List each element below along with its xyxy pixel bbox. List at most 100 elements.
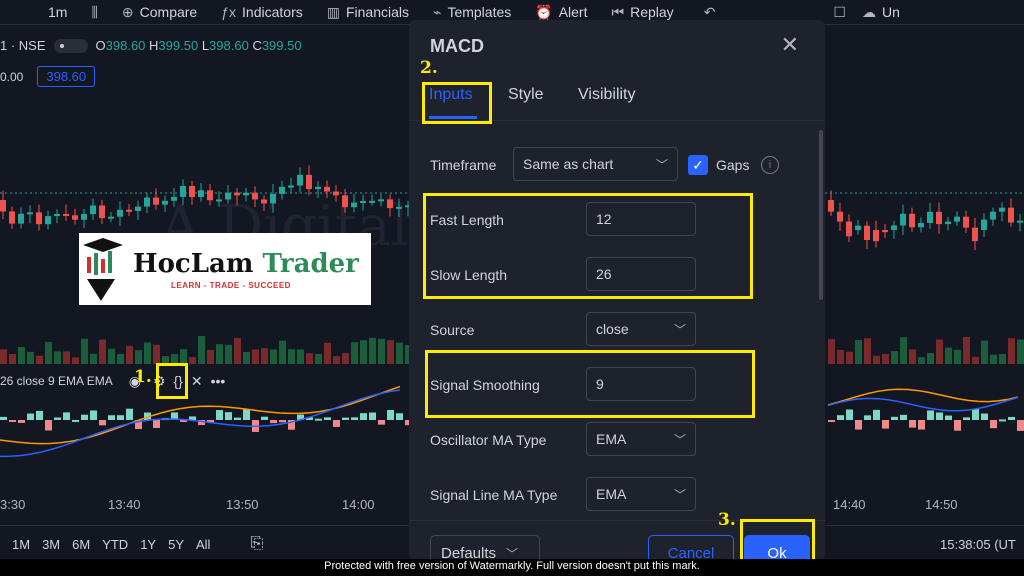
macd-legend-text[interactable]: 26 close 9 EMA EMA [0, 374, 113, 388]
macd-legend: 26 close 9 EMA EMA ◉ ⚙ {} ✕ ••• [0, 370, 225, 392]
volume-bar [9, 353, 16, 364]
watermarkly-notice: Protected with free version of Watermark… [0, 559, 1024, 576]
macd-histogram-bar [108, 415, 115, 420]
bar-chart-icon: ▥ [326, 3, 340, 20]
candle [864, 225, 870, 241]
replay-button[interactable]: ⏮ Replay [599, 4, 685, 21]
volume-bar [135, 350, 142, 364]
time-label: 14:40 [833, 497, 866, 512]
macd-histogram-bar [981, 413, 988, 420]
cloud-button[interactable]: ☁ Un [858, 4, 904, 21]
bar-type-button[interactable]: ⫼ [79, 4, 109, 21]
volume-bar [396, 342, 403, 364]
range-3m[interactable]: 3M [42, 537, 60, 552]
defaults-button[interactable]: Defaults ﹀ [430, 535, 540, 560]
volume-bar [918, 357, 925, 364]
logo-title-a: HocLam [133, 248, 254, 279]
macd-histogram-bar [837, 415, 844, 420]
candle [108, 216, 114, 219]
market-status-pill[interactable] [53, 38, 88, 53]
dialog-scrollbar[interactable] [819, 130, 823, 300]
candle [945, 221, 951, 225]
candle [288, 185, 294, 188]
candle [828, 200, 834, 212]
candle [270, 193, 276, 204]
candle [189, 185, 195, 198]
alert-label: Alert [558, 4, 588, 20]
macd-histogram-bar [279, 420, 286, 423]
signal-ma-type-select[interactable]: EMA ﹀ [586, 477, 696, 511]
cancel-button[interactable]: Cancel [648, 535, 734, 560]
range-all[interactable]: All [196, 537, 210, 552]
candle [279, 186, 285, 194]
macd-histogram-bar [927, 410, 934, 420]
chevron-down-icon: ﹀ [673, 432, 686, 447]
signal-ma-type-value: EMA [596, 486, 627, 502]
goto-date-icon[interactable]: ⎘ [250, 535, 263, 553]
macd-histogram-bar [1008, 416, 1015, 420]
candle [990, 211, 996, 220]
timeframe-select[interactable]: Same as chart ﹀ [513, 147, 678, 181]
oscillator-ma-type-select[interactable]: EMA ﹀ [586, 422, 696, 456]
volume-bar [333, 356, 340, 364]
volume-bar [900, 337, 907, 364]
unsaved-label: Un [881, 4, 900, 20]
volume-bar [99, 339, 106, 364]
price-input-row: 0.00 398.60 [0, 66, 96, 87]
financials-button[interactable]: ▥ Financials [315, 4, 421, 21]
candle [891, 225, 897, 230]
candle [999, 207, 1005, 212]
candle [918, 222, 924, 228]
candle [0, 200, 6, 212]
range-5y[interactable]: 5Y [168, 537, 184, 552]
macd-histogram-bar [315, 418, 322, 421]
macd-histogram-bar [972, 408, 979, 420]
volume-bar [324, 342, 331, 364]
chevron-down-icon: ﹀ [673, 322, 686, 337]
volume-bar [882, 353, 889, 364]
range-ytd[interactable]: YTD [102, 537, 128, 552]
candle [396, 206, 402, 209]
range-1y[interactable]: 1Y [140, 537, 156, 552]
interval-button[interactable]: 1m [0, 4, 79, 20]
info-icon[interactable]: i [761, 156, 779, 174]
close-icon[interactable]: ✕ [191, 373, 203, 390]
volume-bar [45, 342, 52, 364]
more-icon[interactable]: ••• [211, 373, 226, 389]
macd-histogram-bar [225, 412, 232, 420]
templates-button[interactable]: ⌁ Templates [421, 4, 523, 21]
candle [225, 192, 231, 200]
layout-button[interactable]: ☐ [821, 4, 858, 21]
macd-histogram-bar [99, 420, 106, 426]
symbol-legend: 1 · NSE O398.60 H399.50 L398.60 C399.50 [0, 38, 302, 53]
macd-histogram-bar [81, 414, 88, 420]
close-icon[interactable]: ✕ [781, 32, 799, 58]
macd-histogram-bar [900, 414, 907, 420]
indicators-button[interactable]: ƒx Indicators [209, 4, 315, 20]
clock-readout[interactable]: 15:38:05 (UT [940, 537, 1016, 552]
volume-bar [117, 353, 124, 364]
range-1m[interactable]: 1M [12, 537, 30, 552]
tab-visibility[interactable]: Visibility [578, 86, 636, 104]
alert-button[interactable]: ⏰ Alert [523, 4, 599, 21]
volume-bar [72, 357, 79, 364]
volume-bar [0, 349, 7, 364]
source-select[interactable]: close ﹀ [586, 312, 696, 346]
candle [981, 219, 987, 230]
compare-button[interactable]: ⊕ Compare [110, 4, 209, 21]
candle [369, 200, 375, 203]
undo-button[interactable]: ↶ [692, 4, 728, 21]
gaps-checkbox[interactable]: ✓ [688, 155, 708, 175]
volume-bar [945, 347, 952, 364]
candle [171, 196, 177, 201]
price-box[interactable]: 398.60 [37, 66, 96, 87]
chevron-down-icon: ﹀ [506, 546, 519, 561]
logo-title-b: Trader [262, 248, 359, 279]
range-6m[interactable]: 6M [72, 537, 90, 552]
symbol-name[interactable]: 1 · NSE [0, 38, 46, 53]
volume-bar [936, 339, 943, 364]
volume-bar [855, 340, 862, 364]
macd-histogram-bar [342, 417, 349, 420]
tab-style[interactable]: Style [508, 86, 544, 104]
volume-bar [864, 338, 871, 364]
